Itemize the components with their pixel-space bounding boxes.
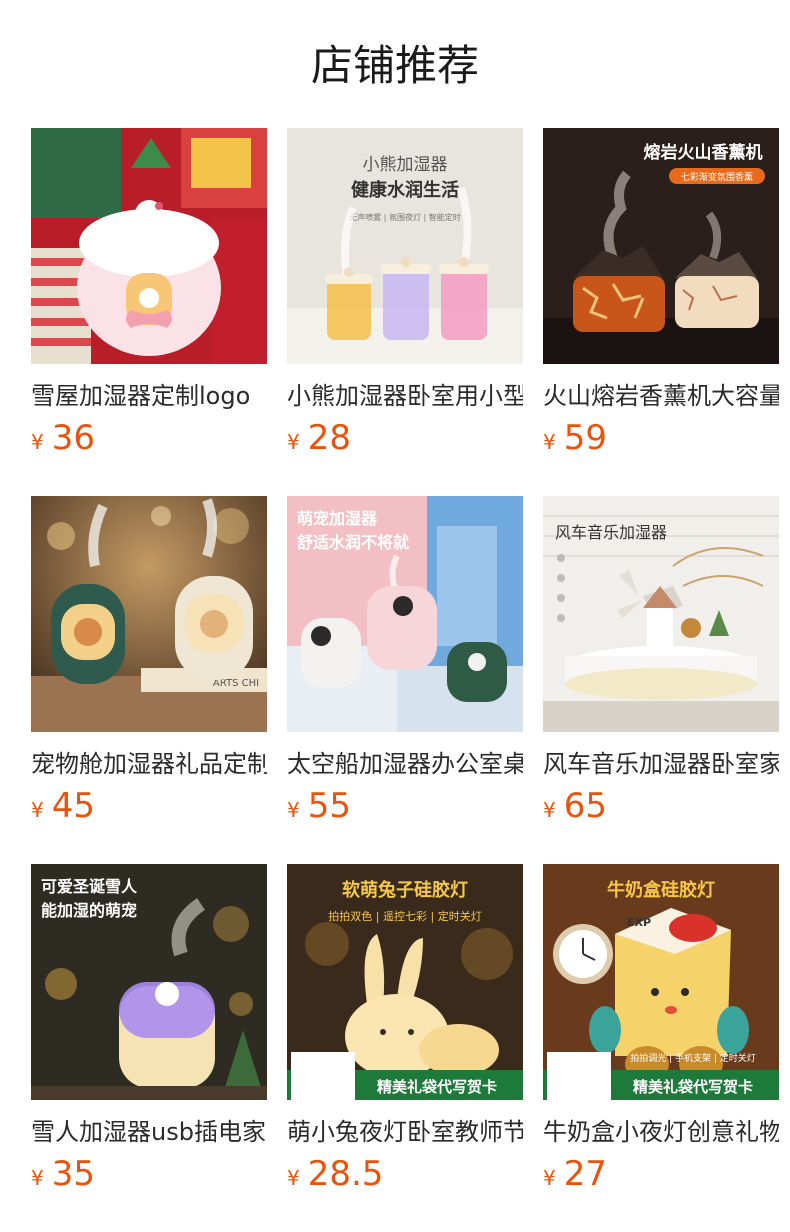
price-value: 55 bbox=[307, 786, 351, 826]
currency-symbol: ¥ bbox=[31, 430, 44, 454]
currency-symbol: ¥ bbox=[31, 1166, 44, 1190]
price-value: 59 bbox=[563, 418, 607, 458]
product-card[interactable]: 雪屋加湿器定制logo ¥36 bbox=[31, 128, 267, 468]
currency-symbol: ¥ bbox=[287, 430, 300, 454]
product-price: ¥59 bbox=[543, 416, 607, 460]
currency-symbol: ¥ bbox=[287, 1166, 300, 1190]
currency-symbol: ¥ bbox=[31, 798, 44, 822]
product-card[interactable]: 熔岩火山香薰机 七彩渐变氛围香薰 火山熔岩香薰机大容量 ¥59 bbox=[543, 128, 779, 468]
currency-symbol: ¥ bbox=[543, 1166, 556, 1190]
product-name[interactable]: 雪屋加湿器定制logo bbox=[31, 376, 267, 416]
svg-text:精美礼袋代写贺卡: 精美礼袋代写贺卡 bbox=[633, 1078, 753, 1096]
product-card[interactable]: 小熊加湿器 健康水润生活 无声喷雾 | 氛围夜灯 | 智能定时 小熊加湿器卧室用… bbox=[287, 128, 523, 468]
product-name[interactable]: 火山熔岩香薰机大容量 bbox=[543, 376, 779, 416]
product-image-volcano-aroma-diffuser[interactable]: 熔岩火山香薰机 七彩渐变氛围香薰 bbox=[543, 128, 779, 364]
svg-text:舒适水润不将就: 舒适水润不将就 bbox=[297, 533, 409, 552]
product-price: ¥45 bbox=[31, 784, 95, 828]
product-image-milk-box-silicone-lamp[interactable]: 牛奶盒硅胶灯 EXP 拍拍调光 | 手机支架 | 定时关灯 精美礼袋代写贺卡 bbox=[543, 864, 779, 1100]
page-title: 店铺推荐 bbox=[310, 41, 479, 90]
price-value: 27 bbox=[563, 1154, 607, 1194]
product-name[interactable]: 小熊加湿器卧室用小型 bbox=[287, 376, 523, 416]
product-image-spaceship-humidifiers[interactable]: 萌宠加湿器 舒适水润不将就 bbox=[287, 496, 523, 732]
product-card[interactable]: 萌宠加湿器 舒适水润不将就 太空船加湿器办公室桌面 ¥55 bbox=[287, 496, 523, 836]
product-card[interactable]: ARTS CHI 宠物舱加湿器礼品定制 ¥45 bbox=[31, 496, 267, 836]
product-name[interactable]: 雪人加湿器usb插电家用 bbox=[31, 1112, 267, 1152]
product-price: ¥27 bbox=[543, 1152, 607, 1196]
price-value: 28.5 bbox=[307, 1154, 384, 1194]
image-caption: 风车音乐加湿器 bbox=[555, 523, 667, 542]
product-price: ¥35 bbox=[31, 1152, 95, 1196]
product-price: ¥36 bbox=[31, 416, 95, 460]
svg-text:健康水润生活: 健康水润生活 bbox=[351, 179, 459, 201]
price-value: 35 bbox=[51, 1154, 95, 1194]
product-name[interactable]: 太空船加湿器办公室桌面 bbox=[287, 744, 523, 784]
product-price: ¥28 bbox=[287, 416, 351, 460]
svg-text:拍拍调光 | 手机支架 | 定时关灯: 拍拍调光 | 手机支架 | 定时关灯 bbox=[630, 1052, 756, 1064]
currency-symbol: ¥ bbox=[543, 430, 556, 454]
price-value: 28 bbox=[307, 418, 351, 458]
image-caption: 可爱圣诞雪人 bbox=[41, 877, 138, 896]
product-name[interactable]: 风车音乐加湿器卧室家用 bbox=[543, 744, 779, 784]
price-value: 65 bbox=[563, 786, 607, 826]
product-name[interactable]: 牛奶盒小夜灯创意礼物 bbox=[543, 1112, 779, 1152]
price-value: 36 bbox=[51, 418, 95, 458]
product-card[interactable]: 软萌兔子硅胶灯 拍拍双色 | 遥控七彩 | 定时关灯 精美礼袋代写贺卡 萌小兔夜… bbox=[287, 864, 523, 1204]
svg-text:无声喷雾 | 氛围夜灯 | 智能定时: 无声喷雾 | 氛围夜灯 | 智能定时 bbox=[349, 212, 461, 222]
currency-symbol: ¥ bbox=[287, 798, 300, 822]
svg-text:七彩渐变氛围香薰: 七彩渐变氛围香薰 bbox=[681, 171, 753, 183]
product-image-bear-humidifiers[interactable]: 小熊加湿器 健康水润生活 无声喷雾 | 氛围夜灯 | 智能定时 bbox=[287, 128, 523, 364]
product-image-snowman-humidifier[interactable]: 可爱圣诞雪人 能加湿的萌宠 bbox=[31, 864, 267, 1100]
product-price: ¥65 bbox=[543, 784, 607, 828]
product-card[interactable]: 可爱圣诞雪人 能加湿的萌宠 雪人加湿器usb插电家用 ¥35 bbox=[31, 864, 267, 1204]
product-name[interactable]: 宠物舱加湿器礼品定制 bbox=[31, 744, 267, 784]
image-caption: 牛奶盒硅胶灯 bbox=[607, 879, 715, 901]
svg-text:EXP: EXP bbox=[627, 916, 651, 929]
currency-symbol: ¥ bbox=[543, 798, 556, 822]
product-name[interactable]: 萌小兔夜灯卧室教师节 bbox=[287, 1112, 523, 1152]
product-image-bunny-silicone-lamp[interactable]: 软萌兔子硅胶灯 拍拍双色 | 遥控七彩 | 定时关灯 精美礼袋代写贺卡 bbox=[287, 864, 523, 1100]
product-price: ¥55 bbox=[287, 784, 351, 828]
product-card[interactable]: 风车音乐加湿器 风车音乐加湿器卧室家用 ¥65 bbox=[543, 496, 779, 836]
product-card[interactable]: 牛奶盒硅胶灯 EXP 拍拍调光 | 手机支架 | 定时关灯 精美礼袋代写贺卡 牛… bbox=[543, 864, 779, 1204]
svg-text:精美礼袋代写贺卡: 精美礼袋代写贺卡 bbox=[377, 1078, 497, 1096]
price-value: 45 bbox=[51, 786, 95, 826]
product-image-windmill-music-humidifier[interactable]: 风车音乐加湿器 bbox=[543, 496, 779, 732]
image-caption: 萌宠加湿器 bbox=[297, 509, 378, 528]
image-caption: 熔岩火山香薰机 bbox=[644, 142, 763, 163]
image-caption: 小熊加湿器 bbox=[363, 155, 448, 175]
product-image-pet-capsule-humidifiers[interactable]: ARTS CHI bbox=[31, 496, 267, 732]
product-image-snow-house-humidifier[interactable] bbox=[31, 128, 267, 364]
svg-text:能加湿的萌宠: 能加湿的萌宠 bbox=[41, 901, 137, 920]
image-caption: 软萌兔子硅胶灯 bbox=[342, 879, 468, 901]
svg-text:拍拍双色 | 遥控七彩 | 定时关灯: 拍拍双色 | 遥控七彩 | 定时关灯 bbox=[328, 909, 481, 923]
product-price: ¥28.5 bbox=[287, 1152, 383, 1196]
